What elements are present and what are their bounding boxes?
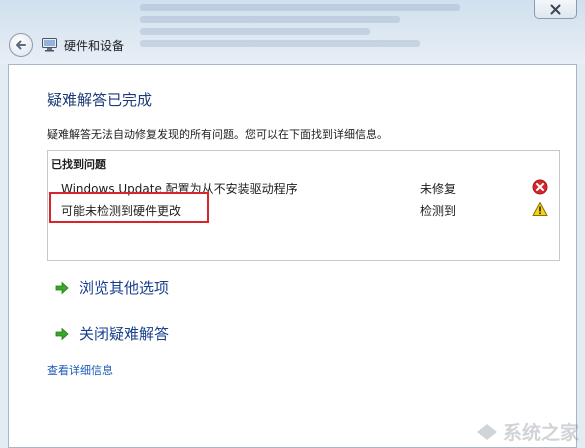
view-details-link[interactable]: 查看详细信息	[47, 362, 113, 378]
green-arrow-icon	[55, 326, 69, 341]
browse-options-link[interactable]: 浏览其他选项	[55, 276, 169, 298]
warning-icon	[532, 201, 548, 217]
page-heading: 疑难解答已完成	[47, 91, 153, 109]
background-blur	[140, 4, 460, 11]
green-arrow-icon	[55, 280, 69, 295]
watermark-logo: 系统之家	[474, 418, 579, 445]
troubleshooter-panel: 疑难解答已完成 疑难解答无法自动修复发现的所有问题。您可以在下面找到详细信息。 …	[8, 64, 577, 448]
back-arrow-icon	[16, 40, 26, 50]
option-label: 关闭疑难解答	[79, 324, 170, 343]
problems-header: 已找到问题	[51, 158, 106, 171]
close-button[interactable]	[534, 0, 577, 19]
problems-list: 已找到问题 Windows Update 配置为从不安装驱动程序 未修复 可能未…	[47, 150, 560, 261]
option-label: 浏览其他选项	[79, 278, 170, 297]
close-icon	[550, 4, 561, 14]
window-title: 硬件和设备	[64, 39, 125, 53]
summary-text: 疑难解答无法自动修复发现的所有问题。您可以在下面找到详细信息。	[47, 128, 388, 141]
hardware-device-icon	[41, 36, 58, 53]
problem-status: 未修复	[420, 182, 457, 196]
background-blur	[140, 40, 420, 47]
highlight-box	[49, 192, 209, 223]
background-blur	[140, 16, 400, 23]
back-button[interactable]	[9, 33, 33, 57]
problem-status: 检测到	[420, 204, 457, 218]
window-chrome	[0, 0, 585, 64]
error-icon	[532, 179, 548, 195]
background-blur	[140, 28, 370, 35]
close-troubleshooter-link[interactable]: 关闭疑难解答	[55, 322, 169, 344]
